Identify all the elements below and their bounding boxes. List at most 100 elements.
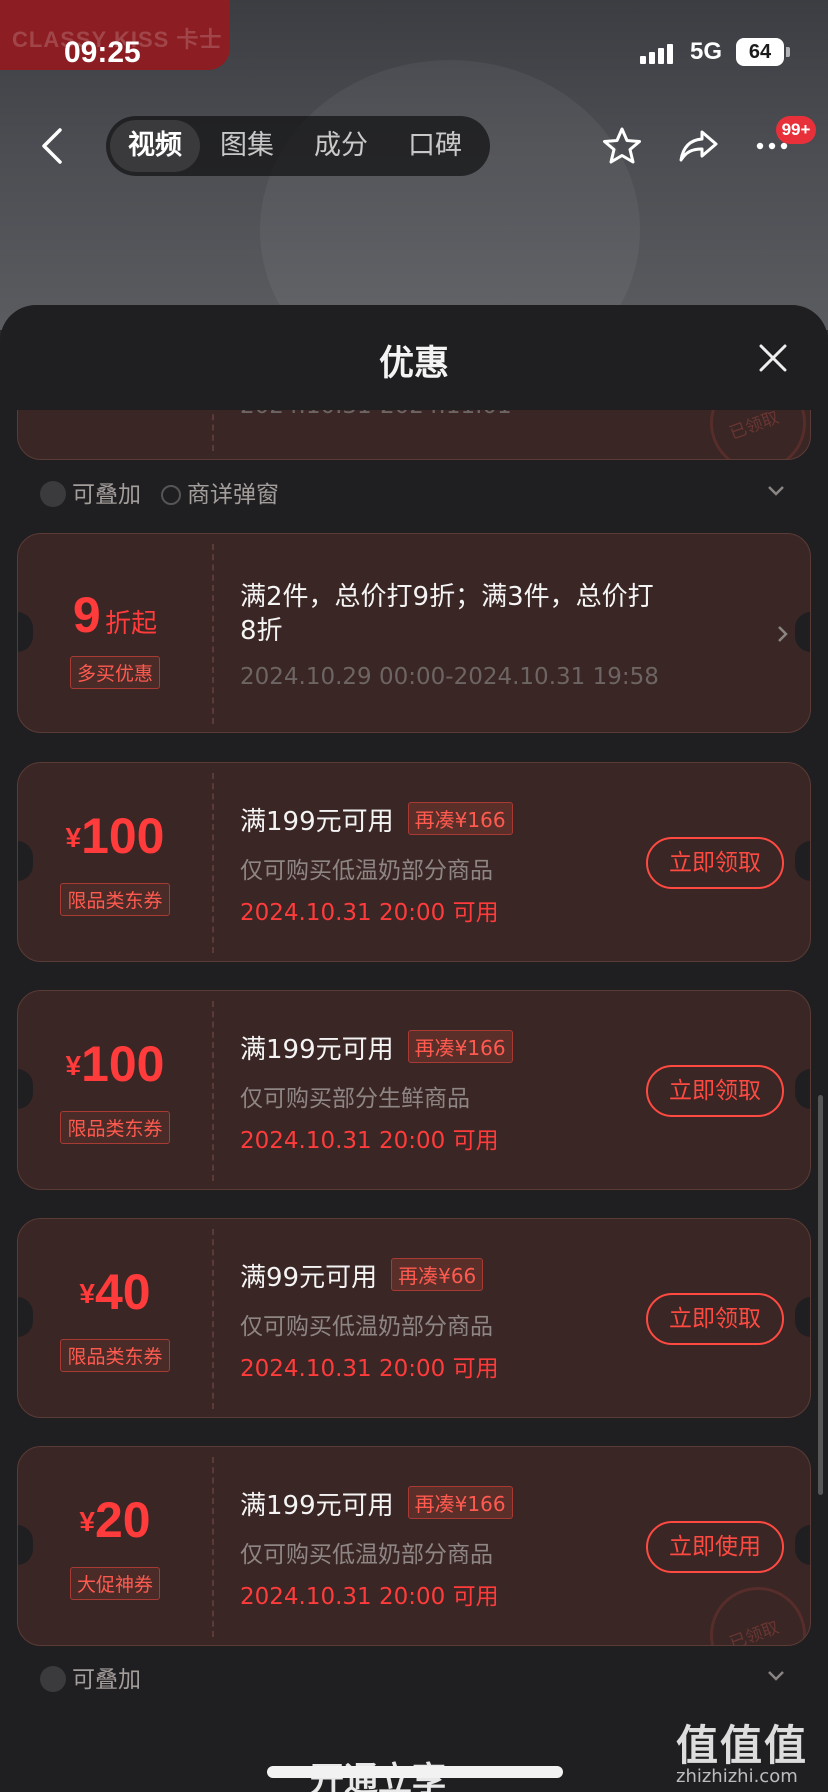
card-notch-right [795, 1525, 810, 1565]
back-button[interactable] [36, 124, 70, 168]
coupon-currency: ¥ [65, 1050, 82, 1081]
stack-icon [40, 1666, 66, 1692]
promotions-sheet: 优惠 2024.10.31-2024.11.01 已领取 可叠加 商详弹窗 9 折… [0, 305, 828, 1792]
coupon-tag-label: 限品类东券 [60, 1111, 170, 1144]
tab-ingredients[interactable]: 成分 [296, 120, 386, 172]
popup-ring-icon [161, 485, 181, 505]
coupon-card[interactable]: ¥40 限品类东券 满99元可用 再凑¥66 仅可购买低温奶部分商品 2024.1… [17, 1218, 811, 1418]
coupon-title: 满199元可用 再凑¥166 [240, 1029, 513, 1066]
coupon-tag-label: 限品类东券 [60, 883, 170, 916]
chevron-down-icon [768, 1671, 784, 1681]
expand-button[interactable] [764, 478, 788, 502]
coupon-date: 2024.10.31-2024.11.01 [240, 410, 512, 419]
claim-button[interactable]: 立即领取 [646, 837, 784, 889]
card-divider [212, 410, 214, 451]
coupon-tag: 限品类东券 [18, 1111, 212, 1144]
status-time: 09:25 [64, 36, 141, 69]
coupon-amount: ¥100 [18, 807, 212, 865]
card-notch-right [795, 612, 810, 652]
coupon-currency: ¥ [65, 822, 82, 853]
discount-number: 9 [72, 587, 101, 643]
favorite-button[interactable] [600, 124, 644, 168]
battery-icon: 64 [736, 38, 784, 66]
coupon-card[interactable]: ¥20 大促神券 满199元可用 再凑¥166 仅可购买低温奶部分商品 2024.… [17, 1446, 811, 1646]
coupon-value: 100 [81, 808, 165, 864]
scrollbar[interactable] [818, 1095, 823, 1495]
discount-tag-label: 多买优惠 [69, 656, 160, 689]
stackable-row: 可叠加 商详弹窗 [40, 475, 279, 509]
stackable-label: 可叠加 [72, 482, 141, 508]
discount-amount: 9 折起 [18, 586, 212, 644]
coupon-title: 满99元可用 再凑¥66 [240, 1257, 484, 1294]
coupon-date: 2024.10.31 20:00 可用 [240, 1356, 499, 1382]
close-icon [759, 344, 787, 372]
coupon-currency: ¥ [79, 1278, 95, 1309]
stackable-row: 可叠加 [40, 1660, 141, 1694]
card-notch-right [795, 841, 810, 881]
coupon-title: 满199元可用 再凑¥166 [240, 1485, 513, 1522]
discount-card[interactable]: 9 折起 多买优惠 满2件，总价打9折；满3件，总价打 8折 2024.10.2… [17, 533, 811, 733]
discount-detail-arrow[interactable] [770, 622, 794, 646]
add-more-tag: 再凑¥166 [407, 802, 513, 835]
tab-reviews[interactable]: 口碑 [390, 120, 480, 172]
coupon-currency: ¥ [79, 1506, 95, 1537]
close-button[interactable] [756, 341, 790, 375]
coupon-date: 2024.10.31 20:00 可用 [240, 900, 499, 926]
coupon-tag: 限品类东券 [18, 1339, 212, 1372]
product-shape [260, 60, 640, 330]
discount-title-line1: 满2件，总价打9折；满3件，总价打 [240, 582, 654, 612]
claim-button[interactable]: 立即领取 [646, 1065, 784, 1117]
card-divider [212, 1229, 214, 1409]
home-indicator[interactable] [267, 1766, 563, 1778]
discount-date: 2024.10.29 00:00-2024.10.31 19:58 [240, 664, 659, 690]
stack-icon [40, 481, 66, 507]
watermark-logo: 值值值 [676, 1721, 809, 1770]
discount-title-line2: 8折 [240, 616, 283, 646]
discount-tag: 多买优惠 [18, 656, 212, 689]
card-divider [212, 773, 214, 953]
coupon-desc: 仅可购买低温奶部分商品 [240, 1542, 493, 1568]
stackable-label: 可叠加 [72, 1667, 141, 1693]
coupon-title: 满199元可用 再凑¥166 [240, 801, 513, 838]
add-more-tag: 再凑¥66 [391, 1258, 484, 1291]
coupon-amount: ¥20 [18, 1491, 212, 1549]
coupon-value: 100 [81, 1036, 165, 1092]
signal-icon [640, 42, 678, 64]
discount-suffix: 折起 [105, 608, 158, 638]
coupon-tag: 限品类东券 [18, 883, 212, 916]
coupon-date: 2024.10.31 20:00 可用 [240, 1128, 499, 1154]
add-more-tag: 再凑¥166 [407, 1486, 513, 1519]
star-icon [603, 127, 641, 164]
watermark-url: zhizhizhi.com [676, 1766, 798, 1787]
coupon-amount: ¥100 [18, 1035, 212, 1093]
claim-button[interactable]: 立即领取 [646, 1293, 784, 1345]
card-notch-right [795, 1069, 810, 1109]
tab-video[interactable]: 视频 [110, 120, 200, 172]
coupon-card[interactable]: ¥100 限品类东券 满199元可用 再凑¥166 仅可购买部分生鲜商品 2024… [17, 990, 811, 1190]
sheet-title: 优惠 [378, 344, 449, 384]
promotion-list[interactable]: 2024.10.31-2024.11.01 已领取 可叠加 商详弹窗 9 折起 多… [0, 410, 828, 1792]
coupon-card[interactable]: ¥100 限品类东券 满199元可用 再凑¥166 仅可购买低温奶部分商品 202… [17, 762, 811, 962]
card-divider [212, 1457, 214, 1637]
expand-button[interactable] [764, 1663, 788, 1687]
coupon-threshold: 满199元可用 [240, 807, 394, 837]
coupon-tag-label: 限品类东券 [60, 1339, 170, 1372]
coupon-tag-label: 大促神券 [69, 1567, 160, 1600]
coupon-card-partial[interactable]: 2024.10.31-2024.11.01 已领取 [17, 410, 811, 460]
battery-tip [786, 47, 790, 57]
popup-label: 商详弹窗 [187, 482, 279, 508]
coupon-value: 20 [94, 1492, 151, 1548]
coupon-desc: 仅可购买部分生鲜商品 [240, 1086, 470, 1112]
use-button[interactable]: 立即使用 [646, 1521, 784, 1573]
share-button[interactable] [676, 124, 720, 168]
discount-title: 满2件，总价打9折；满3件，总价打 8折 [240, 580, 760, 648]
card-divider [212, 544, 214, 724]
chevron-right-icon [778, 626, 788, 642]
notification-badge: 99+ [776, 116, 816, 144]
status-bar: 09:25 5G 64 [0, 0, 828, 100]
coupon-desc: 仅可购买低温奶部分商品 [240, 1314, 493, 1340]
tab-gallery[interactable]: 图集 [202, 120, 292, 172]
coupon-tag: 大促神券 [18, 1567, 212, 1600]
coupon-date: 2024.10.31 20:00 可用 [240, 1584, 499, 1610]
coupon-threshold: 满199元可用 [240, 1035, 394, 1065]
